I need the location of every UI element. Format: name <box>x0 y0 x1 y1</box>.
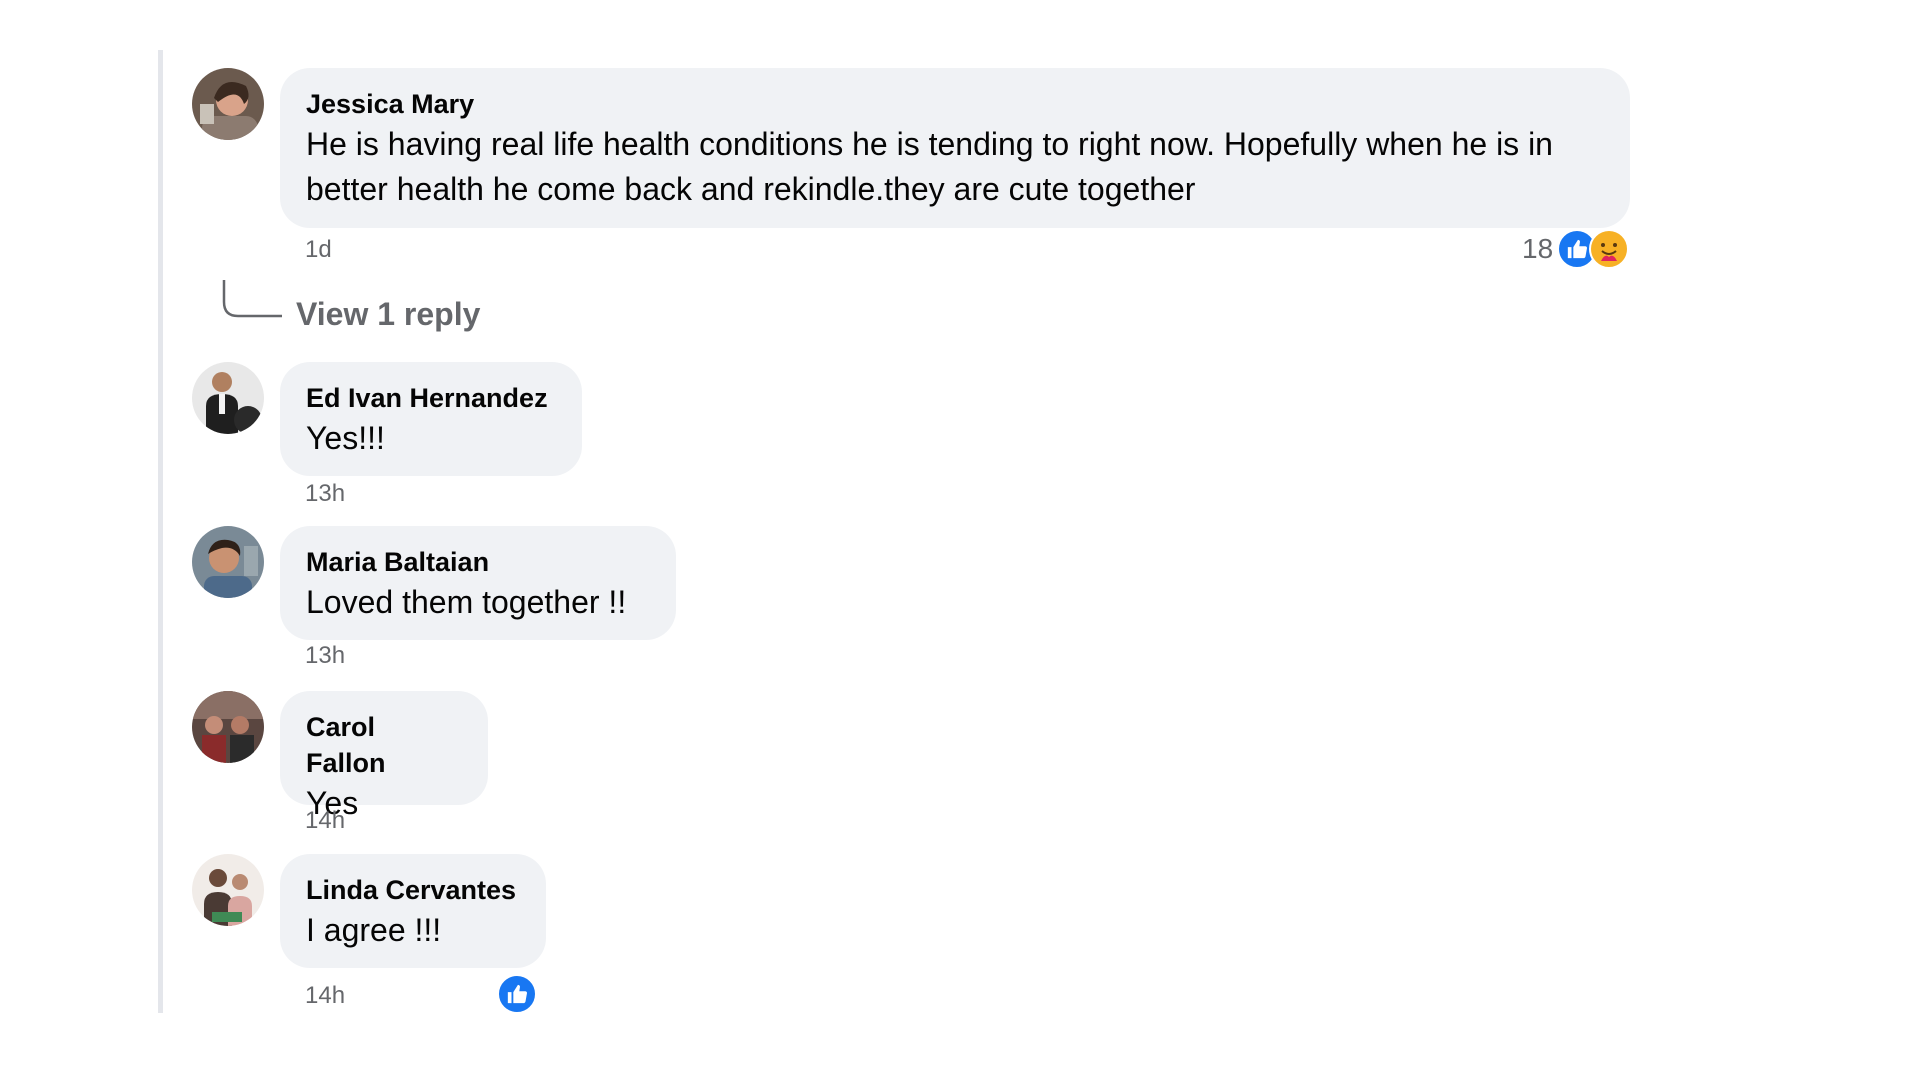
comment-text: Yes!!! <box>306 420 385 456</box>
thread-connector-line <box>158 50 163 1013</box>
reply-connector-icon <box>222 280 282 318</box>
avatar[interactable] <box>192 854 264 926</box>
comment-text: Loved them together !! <box>306 584 627 620</box>
comment-timestamp[interactable]: 13h <box>305 480 345 508</box>
avatar[interactable] <box>192 526 264 598</box>
comment-author[interactable]: Ed Ivan Hernandez <box>306 380 554 416</box>
comment-text: I agree !!! <box>306 912 442 948</box>
avatar[interactable] <box>192 68 264 140</box>
avatar[interactable] <box>192 362 264 434</box>
comment-bubble: Jessica Mary He is having real life heal… <box>280 68 1630 228</box>
comment-text: He is having real life health conditions… <box>306 126 1553 207</box>
like-icon <box>497 974 537 1014</box>
reaction-count: 18 <box>1522 233 1554 264</box>
comment-author[interactable]: Maria Baltaian <box>306 544 648 580</box>
comment-author[interactable]: Jessica Mary <box>306 86 1602 122</box>
care-icon <box>1589 229 1630 269</box>
comment-timestamp[interactable]: 1d <box>305 236 332 264</box>
comment-timestamp[interactable]: 14h <box>305 982 345 1010</box>
comment-author[interactable]: Carol Fallon <box>306 709 460 781</box>
comment-timestamp[interactable]: 14h <box>305 807 345 835</box>
reaction-summary[interactable] <box>497 974 537 1014</box>
view-replies-label: View 1 reply <box>296 296 481 332</box>
comment-timestamp[interactable]: 13h <box>305 642 345 670</box>
comment-author[interactable]: Linda Cervantes <box>306 872 518 908</box>
comment-bubble: Linda Cervantes I agree !!! <box>280 854 546 968</box>
comment-bubble: Ed Ivan Hernandez Yes!!! <box>280 362 582 476</box>
comment-bubble: Carol Fallon Yes <box>280 691 488 821</box>
reaction-summary[interactable]: 18 <box>1522 229 1630 269</box>
comment-bubble: Maria Baltaian Loved them together !! <box>280 526 676 640</box>
avatar[interactable] <box>192 691 264 763</box>
comment-thread: Jessica Mary He is having real life heal… <box>0 0 1920 1080</box>
